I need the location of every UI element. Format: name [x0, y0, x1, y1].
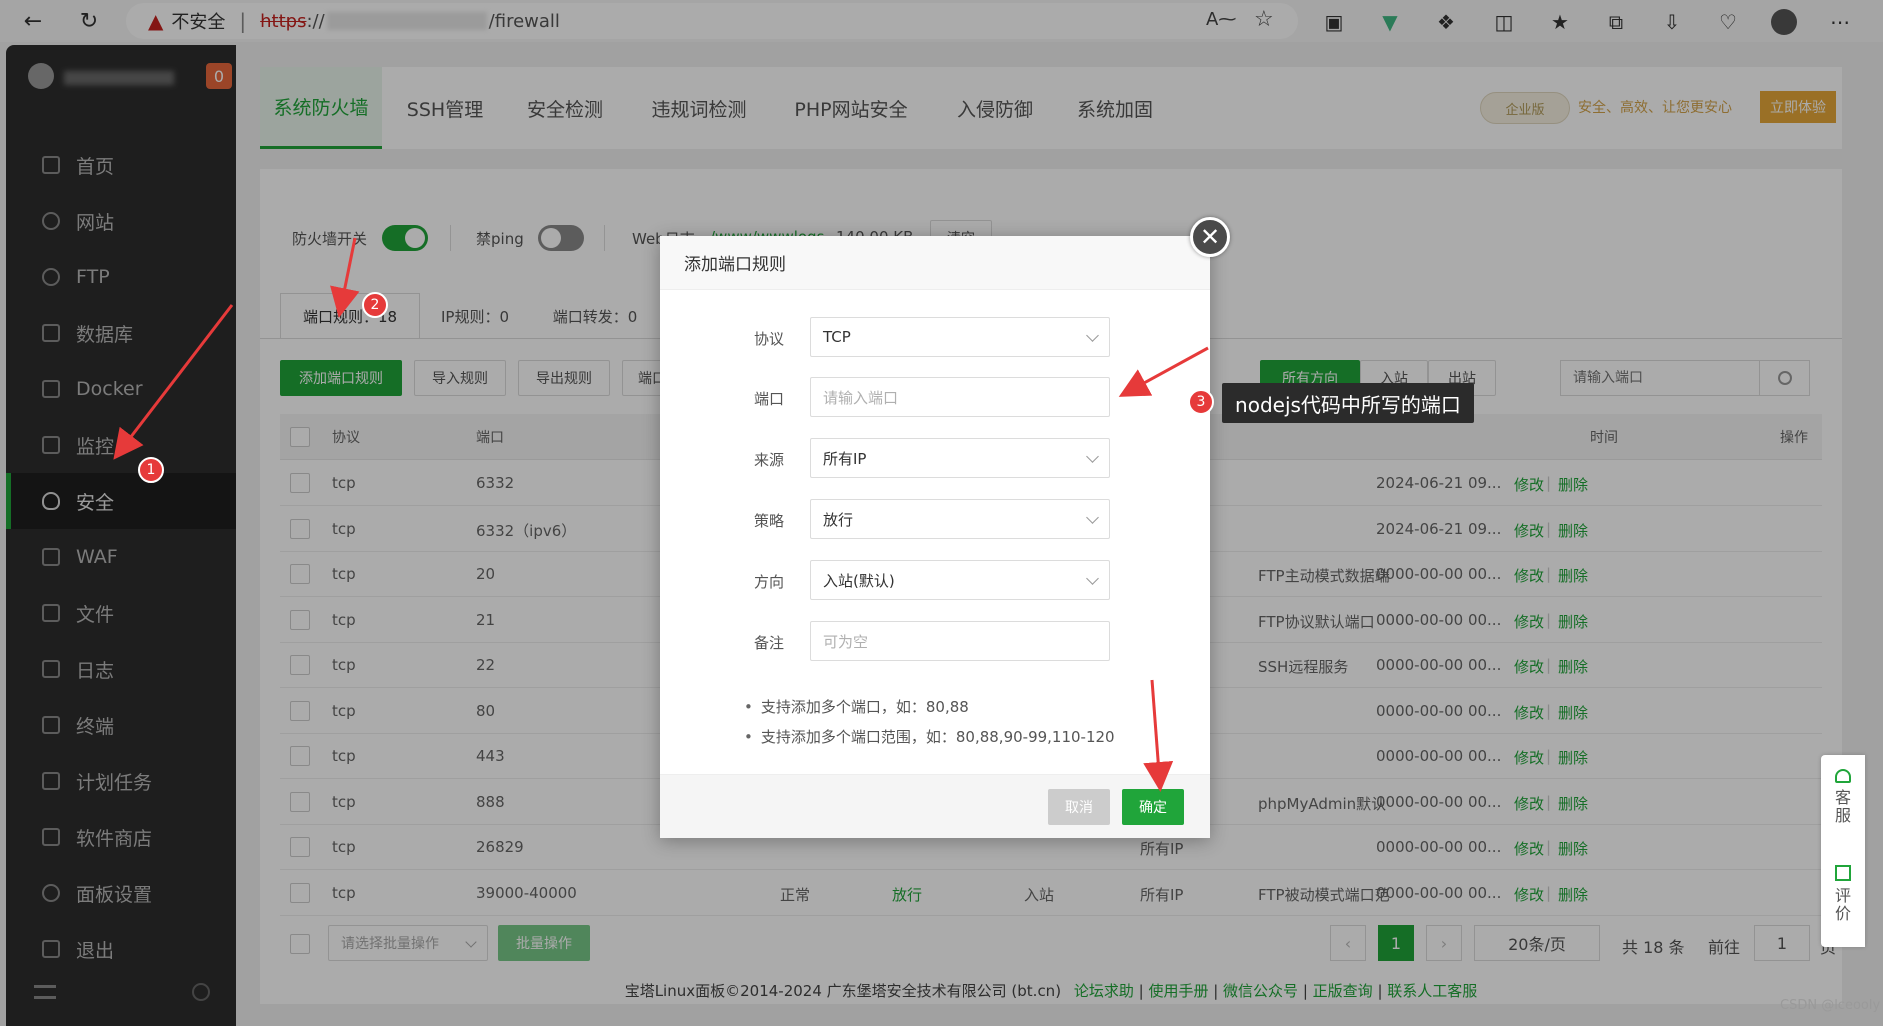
- source-label: 来源: [753, 451, 784, 469]
- remark-placeholder: 可为空: [823, 632, 869, 651]
- source-select[interactable]: 所有IP: [810, 438, 1110, 478]
- remark-input[interactable]: 可为空: [810, 621, 1110, 661]
- protocol-select[interactable]: TCP: [810, 317, 1110, 357]
- review-link[interactable]: 评价: [1833, 887, 1853, 923]
- confirm-button[interactable]: 确定: [1122, 789, 1184, 825]
- dialog-footer: 取消 确定: [660, 774, 1210, 838]
- annotation-tooltip: nodejs代码中所写的端口: [1222, 383, 1474, 423]
- remark-label: 备注: [753, 634, 784, 652]
- tip-port-range: 支持添加多个端口范围，如：80,88,90-99,110-120: [744, 726, 1115, 747]
- source-value: 所有IP: [823, 449, 867, 468]
- chevron-down-icon: [1086, 572, 1099, 585]
- protocol-label: 协议: [753, 330, 784, 348]
- direction-value: 入站(默认): [823, 571, 895, 590]
- close-icon[interactable]: ✕: [1190, 217, 1230, 257]
- tip-multi-port: 支持添加多个端口，如：80,88: [744, 696, 969, 717]
- chevron-down-icon: [1086, 511, 1099, 524]
- port-placeholder: 请输入端口: [823, 388, 899, 407]
- annotation-marker-1: 1: [138, 457, 164, 483]
- watermark: CSDN @lceooly: [1780, 998, 1881, 1013]
- add-port-rule-dialog: 添加端口规则 协议 TCP 端口 请输入端口 来源 所有IP 策略 放行 方向 …: [660, 236, 1210, 838]
- float-service-bar: 客服 评价: [1821, 755, 1865, 947]
- policy-label: 策略: [753, 512, 784, 530]
- direction-label: 方向: [753, 573, 784, 591]
- annotation-marker-2: 2: [362, 292, 388, 318]
- direction-select[interactable]: 入站(默认): [810, 560, 1110, 600]
- edit-icon: [1835, 865, 1851, 881]
- service-link[interactable]: 客服: [1833, 789, 1853, 825]
- port-label: 端口: [753, 390, 784, 408]
- protocol-value: TCP: [823, 328, 851, 346]
- policy-select[interactable]: 放行: [810, 499, 1110, 539]
- chevron-down-icon: [1086, 329, 1099, 342]
- cancel-button[interactable]: 取消: [1048, 789, 1110, 825]
- policy-value: 放行: [823, 510, 854, 529]
- dialog-title: 添加端口规则: [660, 236, 1210, 290]
- headset-icon: [1835, 769, 1851, 783]
- port-input[interactable]: 请输入端口: [810, 377, 1110, 417]
- annotation-marker-3: 3: [1188, 389, 1214, 415]
- chevron-down-icon: [1086, 450, 1099, 463]
